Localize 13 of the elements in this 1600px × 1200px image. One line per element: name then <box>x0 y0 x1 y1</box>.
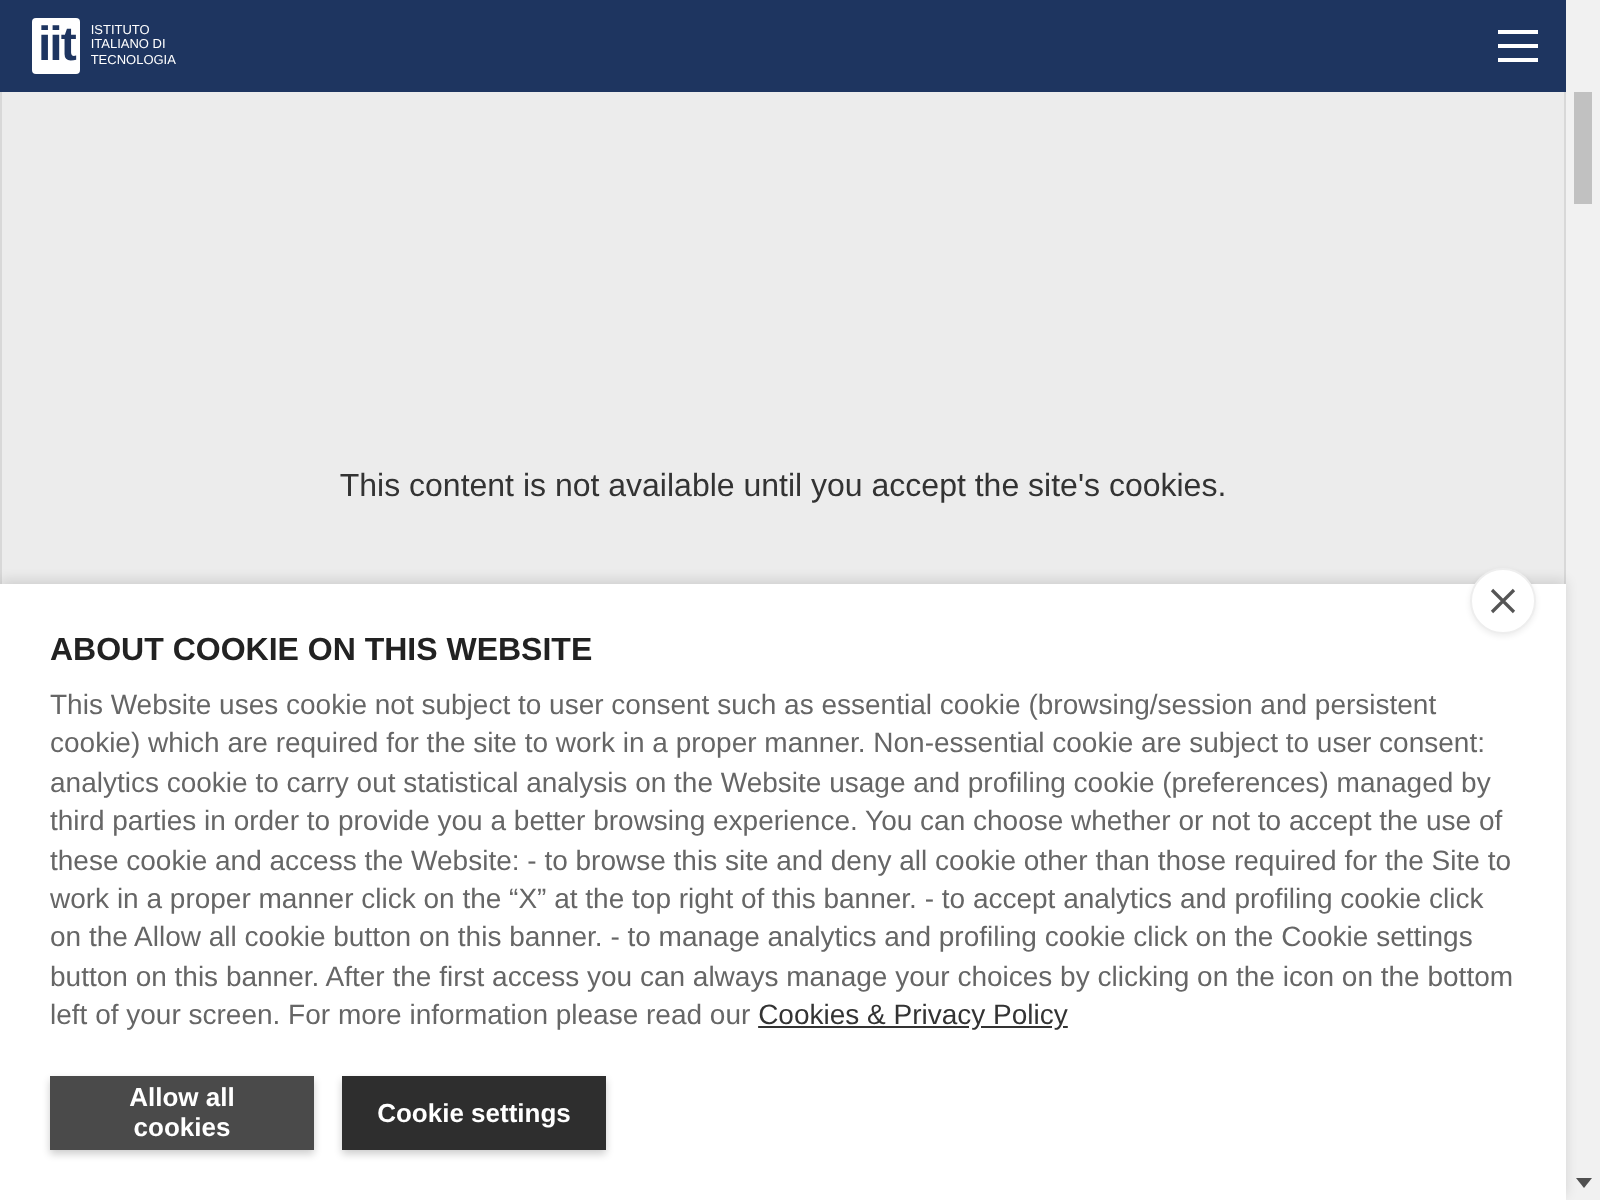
privacy-link[interactable]: Cookies & Privacy Policy <box>758 998 1068 1031</box>
scrollbar-thumb[interactable] <box>1574 92 1592 204</box>
logo-mark: iit <box>32 18 81 74</box>
close-button[interactable] <box>1470 568 1536 634</box>
banner-text: This Website uses cookie not subject to user consent such as essential cookie (browsing/session and persistent cookie) which are required for the site to work in a proper manner. Non-essential cookie are subject to user consent: analytics cookie to carry out statistical analysis on the Website usage and profiling cookie (preferences) managed by third parties in order to provide you a better browsing experience. You can choose whether or not to accept the use of these cookie and access the Website: - to browse this site and deny all cookie other than those required for the Site to work in a proper manner click on the “X” at the top right of this banner. - to accept analytics and profiling cookie click on the Allow all cookie button on this banner. - to manage analytics and profiling cookie click on the Cookie settings button on this banner. After the first access you can always manage your choices by clicking on the icon on the bottom left of your screen. For more information please read our Cookies & Privacy Policy <box>50 686 1516 1035</box>
scrollbar[interactable] <box>1566 0 1600 1200</box>
close-icon <box>1490 588 1516 614</box>
scroll-down-icon[interactable] <box>1575 1178 1591 1188</box>
menu-button[interactable] <box>1498 30 1538 62</box>
cookie-settings-button[interactable]: Cookie settings <box>342 1075 606 1150</box>
allow-cookies-button[interactable]: Allow all cookies <box>50 1075 314 1150</box>
unavailable-message: This content is not available until you accept the site's cookies. <box>339 470 1227 508</box>
banner-title: ABOUT COOKIE ON THIS WEBSITE <box>50 634 595 670</box>
